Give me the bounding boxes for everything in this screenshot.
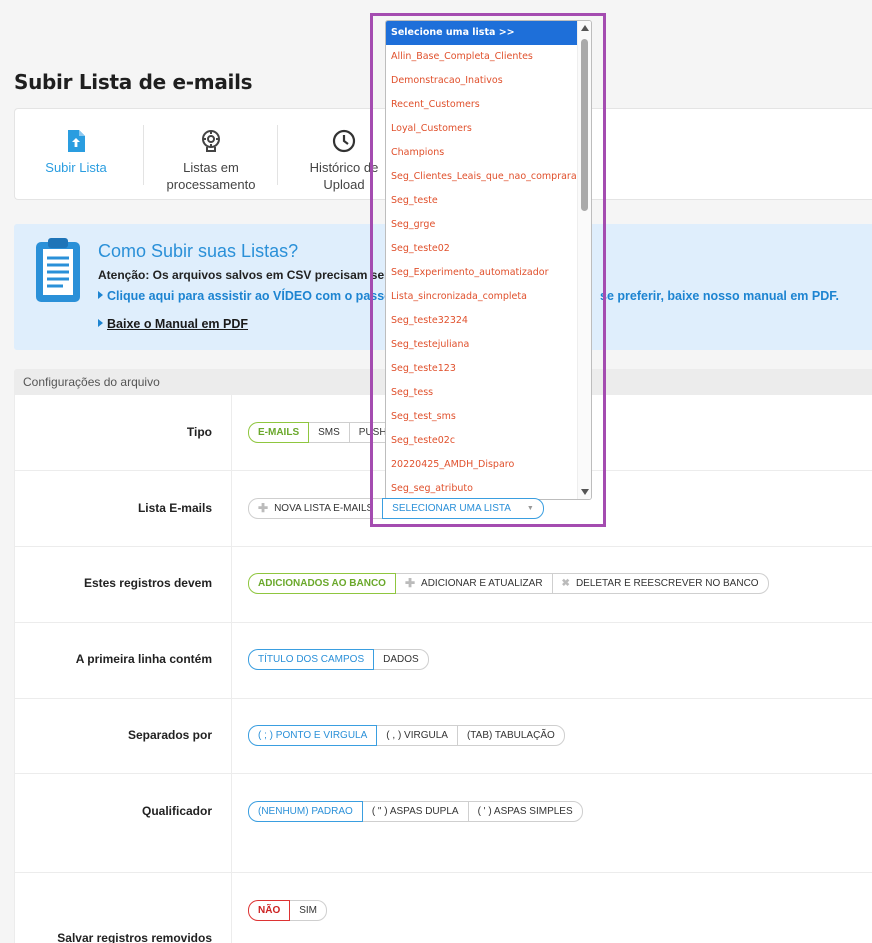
dropdown-option[interactable]: Champions — [386, 141, 578, 165]
aspas-dupla-button[interactable]: ( " ) ASPAS DUPLA — [361, 801, 469, 822]
dropdown-option[interactable]: Demonstracao_Inativos — [386, 69, 578, 93]
dropdown-option[interactable]: Seg_teste — [386, 189, 578, 213]
ponto-e-virgula-button[interactable]: ( ; ) PONTO E VIRGULA — [248, 725, 378, 746]
tab-listas-em-processamento[interactable]: Listas em processamento — [155, 109, 267, 201]
sim-button[interactable]: SIM — [289, 900, 328, 921]
tab-label-line2: Upload — [323, 177, 365, 192]
dropdown-option[interactable]: Allin_Base_Completa_Clientes — [386, 45, 578, 69]
label-registros: Estes registros devem — [83, 576, 212, 590]
dropdown-option[interactable]: Seg_grge — [386, 213, 578, 237]
tab-label: Subir Lista — [45, 160, 107, 175]
dropdown-option[interactable]: Lista_sincronizada_completa — [386, 285, 578, 309]
adicionados-ao-banco-button[interactable]: ADICIONADOS AO BANCO — [248, 573, 396, 594]
tabulacao-button[interactable]: (TAB) TABULAÇÃO — [456, 725, 565, 746]
upload-file-icon — [31, 129, 121, 156]
nao-button[interactable]: NÃO — [248, 900, 291, 921]
close-icon: ✖ — [561, 578, 570, 589]
triangle-icon — [98, 291, 103, 299]
separados-toggle-group: ( ; ) PONTO E VIRGULA ( , ) VIRGULA (TAB… — [248, 725, 565, 746]
deletar-reescrever-label: DELETAR E REESCREVER NO BANCO — [575, 578, 759, 589]
deletar-reescrever-button[interactable]: ✖ DELETAR E REESCREVER NO BANCO — [551, 573, 769, 594]
label-primeira-linha: A primeira linha contém — [75, 652, 212, 666]
nenhum-padrao-button[interactable]: (NENHUM) PADRAO — [248, 801, 363, 822]
selecionar-lista-label: SELECIONAR UMA LISTA — [392, 503, 511, 514]
manual-link-text: Baixe o Manual em PDF — [107, 317, 249, 331]
dropdown-option[interactable]: Seg_test_sms — [386, 405, 578, 429]
tab-label-line1: Listas em — [183, 160, 239, 175]
virgula-button[interactable]: ( , ) VIRGULA — [376, 725, 458, 746]
tab-subir-lista[interactable]: Subir Lista — [31, 109, 121, 201]
row-divider — [15, 773, 872, 774]
manual-pdf-link[interactable]: Baixe o Manual em PDF — [98, 317, 248, 331]
row-divider — [15, 698, 872, 699]
dados-button[interactable]: DADOS — [373, 649, 429, 670]
dropdown-option[interactable]: Seg_tess — [386, 381, 578, 405]
lista-button-group: ✚ NOVA LISTA E-MAILS SELECIONAR UMA LISTA… — [248, 498, 544, 519]
label-qualificador: Qualificador — [141, 804, 212, 818]
tab-divider — [143, 125, 144, 185]
dropdown-option[interactable]: Seg_Clientes_Leais_que_nao_compraram — [386, 165, 578, 189]
adicionar-atualizar-button[interactable]: ✚ ADICIONAR E ATUALIZAR — [394, 573, 553, 594]
lista-dropdown-menu[interactable]: Selecione uma lista >> Allin_Base_Complet… — [385, 20, 592, 500]
plus-icon: ✚ — [404, 576, 416, 590]
dropdown-option[interactable]: Seg_seg_atributo — [386, 477, 578, 499]
selecionar-lista-dropdown[interactable]: SELECIONAR UMA LISTA ▼ — [382, 498, 544, 519]
row-divider — [15, 546, 872, 547]
triangle-icon — [98, 319, 103, 327]
registros-toggle-group: ADICIONADOS AO BANCO ✚ ADICIONAR E ATUALI… — [248, 573, 769, 594]
dropdown-option[interactable]: Seg_teste32324 — [386, 309, 578, 333]
tipo-sms-button[interactable]: SMS — [308, 422, 350, 443]
dropdown-scrollbar[interactable] — [577, 21, 591, 499]
tab-label-line1: Histórico de — [309, 160, 379, 175]
label-tipo: Tipo — [186, 425, 212, 439]
salvar-toggle-group: NÃO SIM — [248, 900, 328, 921]
dropdown-option[interactable]: Seg_Experimento_automatizador — [386, 261, 578, 285]
tab-divider — [277, 125, 278, 185]
scroll-down-icon[interactable] — [581, 489, 589, 495]
dropdown-option[interactable]: Loyal_Customers — [386, 117, 578, 141]
dropdown-placeholder-option[interactable]: Selecione uma lista >> — [386, 21, 578, 45]
primeira-linha-toggle-group: TÍTULO DOS CAMPOS DADOS — [248, 649, 429, 670]
page-title: Subir Lista de e-mails — [14, 70, 253, 94]
scroll-up-icon[interactable] — [581, 25, 589, 31]
gear-processing-icon — [155, 129, 267, 156]
scrollbar-thumb[interactable] — [581, 39, 588, 211]
adicionar-atualizar-label: ADICIONAR E ATUALIZAR — [421, 578, 543, 589]
chevron-down-icon: ▼ — [526, 505, 534, 512]
row-divider — [15, 872, 872, 873]
label-salvar-removidos: Salvar registros removidos — [57, 931, 212, 943]
label-separados: Separados por — [127, 728, 212, 742]
video-link[interactable]: Clique aqui para assistir ao VÍDEO com o… — [98, 289, 403, 303]
qualificador-toggle-group: (NENHUM) PADRAO ( " ) ASPAS DUPLA ( ' ) … — [248, 801, 583, 822]
document-icon — [30, 236, 86, 311]
nova-lista-label: NOVA LISTA E-MAILS — [274, 503, 374, 514]
dropdown-option[interactable]: Seg_testejuliana — [386, 333, 578, 357]
nova-lista-button[interactable]: ✚ NOVA LISTA E-MAILS — [248, 498, 384, 519]
titulo-dos-campos-button[interactable]: TÍTULO DOS CAMPOS — [248, 649, 375, 670]
plus-icon: ✚ — [258, 501, 269, 515]
tipo-emails-button[interactable]: E-MAILS — [248, 422, 310, 443]
row-divider — [15, 622, 872, 623]
dropdown-option[interactable]: Seg_teste02 — [386, 237, 578, 261]
video-link-tail[interactable]: se preferir, baixe nosso manual em PDF. — [600, 289, 839, 303]
dropdown-option[interactable]: Recent_Customers — [386, 93, 578, 117]
label-column — [15, 395, 232, 943]
dropdown-options: Selecione uma lista >> Allin_Base_Complet… — [386, 21, 578, 499]
tab-label-line2: processamento — [166, 177, 256, 192]
video-link-text: Clique aqui para assistir ao VÍDEO com o… — [107, 289, 403, 303]
dropdown-option[interactable]: 20220425_AMDH_Disparo — [386, 453, 578, 477]
info-title: Como Subir suas Listas? — [98, 241, 299, 261]
label-lista-emails: Lista E-mails — [137, 501, 212, 515]
dropdown-option[interactable]: Seg_teste02c — [386, 429, 578, 453]
aspas-simples-button[interactable]: ( ' ) ASPAS SIMPLES — [467, 801, 583, 822]
dropdown-option[interactable]: Seg_teste123 — [386, 357, 578, 381]
